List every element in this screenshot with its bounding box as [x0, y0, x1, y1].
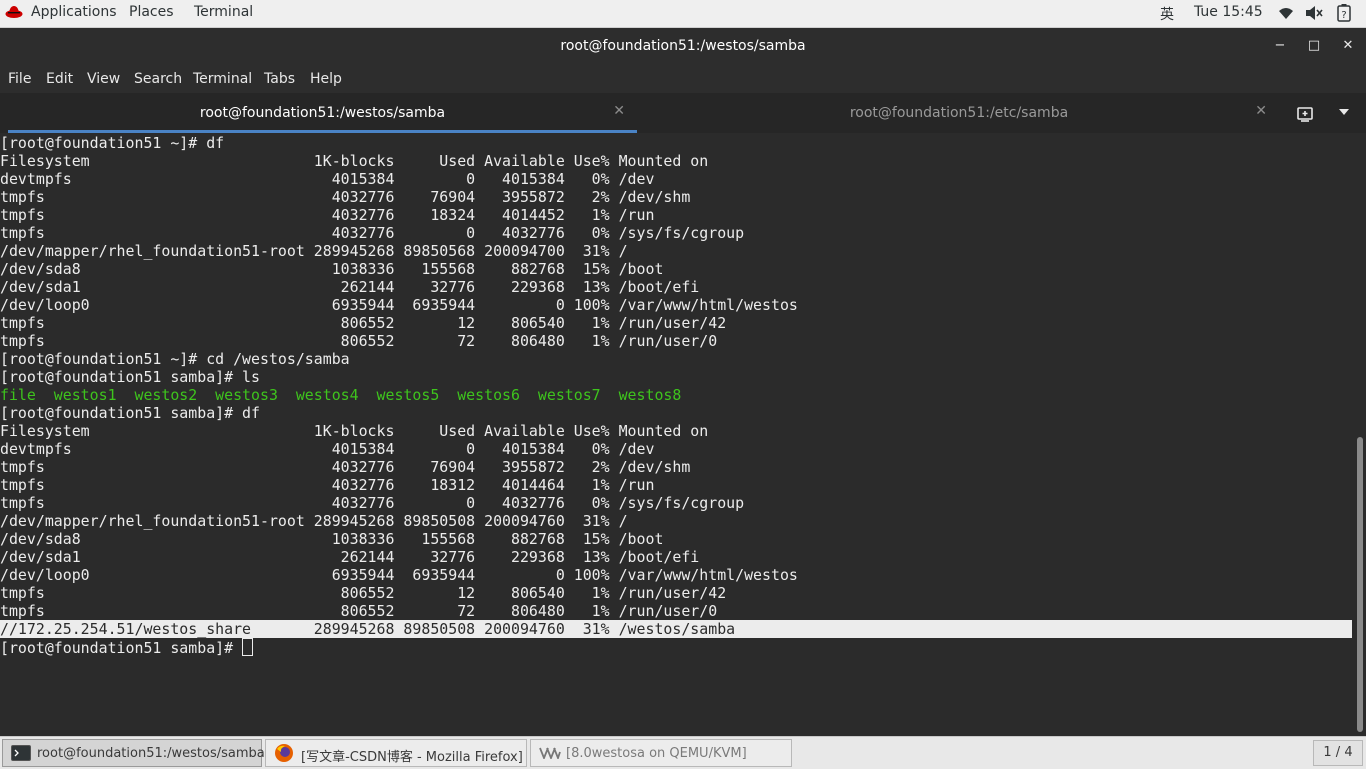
volume-muted-icon[interactable]	[1305, 5, 1323, 21]
applications-menu[interactable]: Applications	[31, 4, 117, 20]
terminal-line: //172.25.254.51/westos_share 289945268 8…	[0, 620, 1352, 638]
terminal-line: Filesystem 1K-blocks Used Available Use%…	[0, 422, 709, 440]
terminal-output[interactable]: [root@foundation51 ~]# df Filesystem 1K-b…	[0, 134, 1352, 736]
battery-unknown-icon[interactable]: ?	[1337, 4, 1351, 22]
terminal-line: Filesystem 1K-blocks Used Available Use%…	[0, 152, 709, 170]
terminal-line: tmpfs 4032776 0 4032776 0% /sys/fs/cgrou…	[0, 494, 745, 512]
terminal-app-menu[interactable]: Terminal	[194, 4, 253, 20]
terminal-line: /dev/mapper/rhel_foundation51-root 28994…	[0, 512, 628, 530]
tab-label: root@foundation51:/westos/samba	[199, 105, 446, 121]
menu-terminal[interactable]: Terminal	[193, 71, 252, 87]
terminal-line: tmpfs 4032776 0 4032776 0% /sys/fs/cgrou…	[0, 224, 745, 242]
terminal-line: tmpfs 4032776 18324 4014452 1% /run	[0, 206, 655, 224]
window-list-panel: root@foundation51:/westos/samba [写文章-CSD…	[0, 736, 1366, 769]
terminal-line: [root@foundation51 ~]# cd /westos/samba	[0, 350, 350, 368]
terminal-line: [root@foundation51 samba]# df	[0, 404, 260, 422]
terminal-scrollbar[interactable]	[1352, 134, 1366, 736]
terminal-line: tmpfs 4032776 18312 4014464 1% /run	[0, 476, 655, 494]
taskbar-item-firefox[interactable]: [写文章-CSDN博客 - Mozilla Firefox]	[265, 739, 527, 767]
scrollbar-thumb[interactable]	[1357, 437, 1363, 732]
terminal-line: devtmpfs 4015384 0 4015384 0% /dev	[0, 440, 655, 458]
terminal-line: [root@foundation51 ~]# df	[0, 134, 225, 152]
tab-etc-samba[interactable]: root@foundation51:/etc/samba ✕	[639, 93, 1279, 133]
taskbar-item-label: [写文章-CSDN博客 - Mozilla Firefox]	[301, 750, 523, 765]
menu-file[interactable]: File	[8, 71, 31, 87]
terminal-line: file westos1 westos2 westos3 westos4 wes…	[0, 386, 682, 404]
terminal-line: /dev/sda1 262144 32776 229368 13% /boot/…	[0, 548, 700, 566]
terminal-line: /dev/sda8 1038336 155568 882768 15% /boo…	[0, 260, 664, 278]
terminal-line: tmpfs 806552 12 806540 1% /run/user/42	[0, 314, 727, 332]
close-button[interactable]: ✕	[1338, 36, 1358, 56]
terminal-icon	[11, 745, 31, 761]
terminal-line: tmpfs 806552 72 806480 1% /run/user/0	[0, 602, 718, 620]
terminal-line: /dev/sda1 262144 32776 229368 13% /boot/…	[0, 278, 700, 296]
terminal-line: [root@foundation51 samba]#	[0, 638, 1352, 657]
tab-close-icon[interactable]: ✕	[613, 103, 625, 119]
redhat-icon	[5, 6, 23, 18]
wifi-icon[interactable]	[1278, 6, 1294, 20]
svg-text:?: ?	[1341, 10, 1346, 21]
menu-edit[interactable]: Edit	[46, 71, 73, 87]
menu-help[interactable]: Help	[310, 71, 342, 87]
terminal-line: /dev/sda8 1038336 155568 882768 15% /boo…	[0, 530, 664, 548]
menu-search[interactable]: Search	[134, 71, 182, 87]
taskbar-item-terminal[interactable]: root@foundation51:/westos/samba	[2, 739, 265, 767]
input-method-indicator[interactable]: 英	[1160, 4, 1174, 24]
chevron-down-icon[interactable]	[1338, 108, 1350, 116]
taskbar-item-label: [8.0westosa on QEMU/KVM]	[566, 746, 747, 761]
window-title: root@foundation51:/westos/samba	[560, 38, 806, 54]
tab-westos-samba[interactable]: root@foundation51:/westos/samba ✕	[8, 93, 637, 133]
clock[interactable]: Tue 15:45	[1194, 4, 1263, 20]
workspace-switcher[interactable]: 1 / 4	[1313, 740, 1363, 766]
terminal-line: [root@foundation51 samba]# ls	[0, 368, 260, 386]
terminal-line: /dev/mapper/rhel_foundation51-root 28994…	[0, 242, 628, 260]
terminal-line: devtmpfs 4015384 0 4015384 0% /dev	[0, 170, 655, 188]
terminal-line: /dev/loop0 6935944 6935944 0 100% /var/w…	[0, 296, 798, 314]
window-titlebar[interactable]: root@foundation51:/westos/samba − □ ✕	[0, 28, 1366, 65]
terminal-line: tmpfs 4032776 76904 3955872 2% /dev/shm	[0, 188, 691, 206]
minimize-button[interactable]: −	[1270, 36, 1290, 56]
firefox-icon	[275, 744, 293, 762]
menu-tabs[interactable]: Tabs	[264, 71, 295, 87]
tab-close-icon[interactable]: ✕	[1255, 103, 1267, 119]
terminal-line: tmpfs 806552 72 806480 1% /run/user/0	[0, 332, 718, 350]
tab-bar: root@foundation51:/westos/samba ✕ root@f…	[0, 93, 1366, 133]
virt-manager-icon	[539, 747, 561, 759]
terminal-line: /dev/loop0 6935944 6935944 0 100% /var/w…	[0, 566, 798, 584]
terminal-cursor	[242, 638, 254, 656]
menubar: File Edit View Search Terminal Tabs Help	[0, 65, 1366, 93]
new-tab-icon[interactable]	[1296, 104, 1316, 124]
taskbar-item-virt-manager[interactable]: [8.0westosa on QEMU/KVM]	[530, 739, 792, 767]
menu-view[interactable]: View	[87, 71, 120, 87]
terminal-line: tmpfs 806552 12 806540 1% /run/user/42	[0, 584, 727, 602]
tab-label: root@foundation51:/etc/samba	[849, 105, 1069, 121]
top-panel: Applications Places Terminal 英 Tue 15:45…	[0, 0, 1366, 28]
taskbar-item-label: root@foundation51:/westos/samba	[37, 746, 265, 761]
places-menu[interactable]: Places	[129, 4, 174, 20]
terminal-line: tmpfs 4032776 76904 3955872 2% /dev/shm	[0, 458, 691, 476]
maximize-button[interactable]: □	[1304, 36, 1324, 56]
